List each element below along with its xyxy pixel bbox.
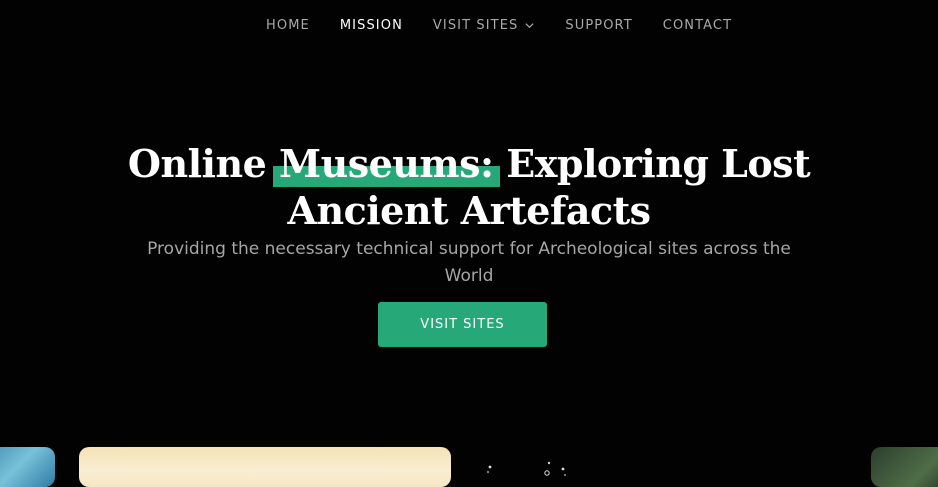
nav-mission[interactable]: MISSION [340, 18, 403, 33]
nav-contact[interactable]: CONTACT [663, 18, 732, 33]
hero-title-post: Exploring Lost [506, 141, 811, 187]
hero-subtitle: Providing the necessary technical suppor… [147, 239, 791, 286]
gallery-card-right[interactable] [871, 447, 938, 487]
nav-support[interactable]: SUPPORT [565, 18, 632, 33]
visit-sites-button[interactable]: VISIT SITES [378, 302, 547, 347]
nav-home[interactable]: HOME [266, 18, 310, 33]
gallery-decoration [487, 461, 566, 476]
nav-visit-sites[interactable]: VISIT SITES [433, 18, 535, 33]
gallery-card-left[interactable] [0, 447, 55, 487]
main-navigation: HOME MISSION VISIT SITES SUPPORT CONTACT [266, 18, 762, 33]
nav-visit-sites-label: VISIT SITES [432, 18, 519, 33]
hero-title: Online Museums: Exploring Lost Ancient A… [0, 140, 938, 234]
hero-title-highlight: Museums: [273, 141, 500, 188]
gallery-card-main[interactable] [79, 447, 451, 487]
hero-title-line2: Ancient Artefacts [287, 188, 651, 234]
hero-title-pre: Online [127, 141, 267, 187]
chevron-down-icon [525, 23, 534, 29]
